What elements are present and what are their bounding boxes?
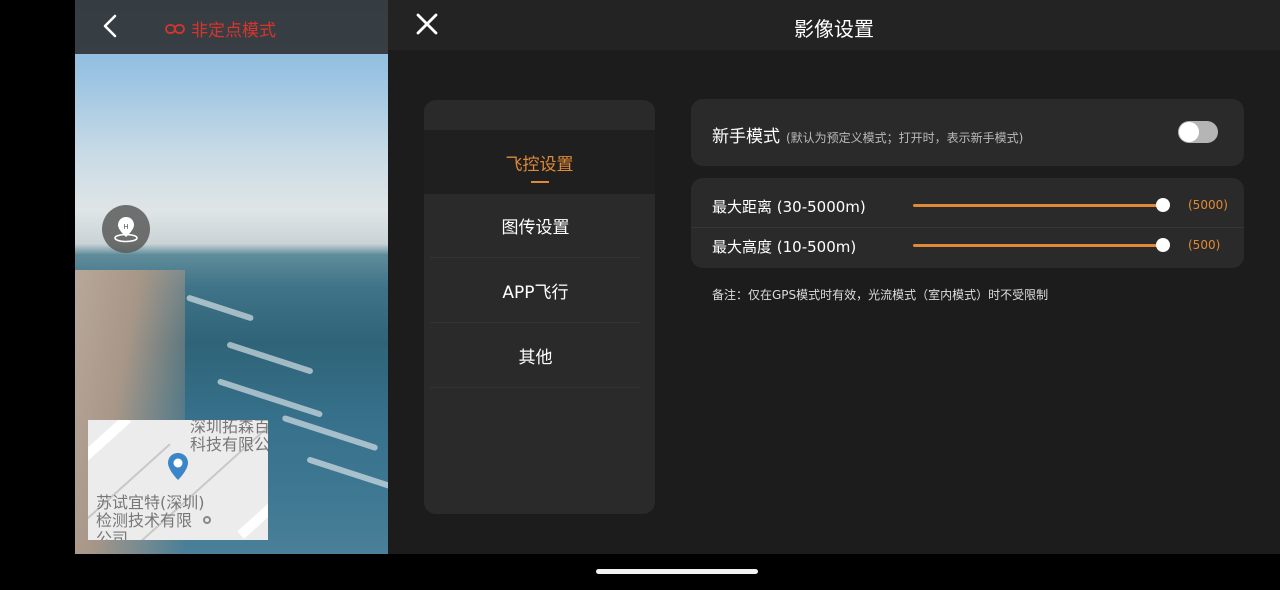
menu-item-image-transmission[interactable]: 图传设置 bbox=[430, 194, 641, 258]
menu-item-label: 其他 bbox=[518, 348, 553, 368]
map-road bbox=[88, 420, 132, 476]
max-height-slider-track[interactable] bbox=[913, 244, 1163, 247]
back-arrow-icon[interactable] bbox=[99, 14, 123, 38]
max-height-row: 最大高度 (10-500m) (500) bbox=[691, 223, 1244, 267]
max-height-value: (500) bbox=[1188, 238, 1221, 252]
max-height-slider-thumb[interactable] bbox=[1156, 238, 1170, 252]
page-title: 影像设置 bbox=[794, 17, 874, 41]
svg-text:H: H bbox=[123, 223, 128, 231]
settings-menu: 飞控设置 图传设置 APP飞行 其他 bbox=[424, 100, 655, 514]
surf-line bbox=[306, 456, 388, 490]
home-indicator-bar[interactable] bbox=[596, 569, 758, 574]
surf-line bbox=[226, 341, 314, 375]
flight-limits-card: 最大距离 (30-5000m) (5000) 最大高度 (10-500m) (5… bbox=[691, 178, 1244, 268]
surf-line bbox=[281, 414, 379, 452]
novice-mode-card: 新手模式 (默认为预定义模式；打开时，表示新手模式) bbox=[691, 99, 1244, 166]
screen: 非定点模式 H 深圳拓森百科技有限公 苏试宜特(深圳)检测技术有限公司 影像设置… bbox=[0, 0, 1280, 590]
menu-item-label: 飞控设置 bbox=[505, 154, 574, 175]
panel-header: 影像设置 bbox=[388, 0, 1280, 50]
toggle-knob bbox=[1179, 122, 1199, 142]
map-poi-dot bbox=[203, 516, 211, 524]
novice-mode-label: 新手模式 (默认为预定义模式；打开时，表示新手模式) bbox=[712, 122, 1023, 147]
novice-mode-title: 新手模式 bbox=[712, 127, 780, 147]
mini-map[interactable]: 深圳拓森百科技有限公 苏试宜特(深圳)检测技术有限公司 bbox=[88, 420, 268, 540]
max-height-label: 最大高度 (10-500m) bbox=[712, 238, 857, 256]
menu-item-app-flight[interactable]: APP飞行 bbox=[430, 259, 641, 323]
menu-item-other[interactable]: 其他 bbox=[430, 324, 641, 388]
home-point-button[interactable]: H bbox=[102, 205, 150, 253]
camera-preview: 非定点模式 H 深圳拓森百科技有限公 苏试宜特(深圳)检测技术有限公司 bbox=[75, 0, 388, 554]
menu-item-label: 图传设置 bbox=[501, 218, 570, 238]
max-distance-label: 最大距离 (30-5000m) bbox=[712, 198, 866, 216]
max-distance-slider-track[interactable] bbox=[913, 204, 1163, 207]
surf-line bbox=[185, 294, 255, 322]
max-distance-row: 最大距离 (30-5000m) (5000) bbox=[691, 183, 1244, 228]
home-location-icon: H bbox=[114, 217, 138, 243]
novice-mode-hint: (默认为预定义模式；打开时，表示新手模式) bbox=[786, 131, 1024, 145]
active-indicator bbox=[531, 181, 549, 183]
map-road bbox=[237, 491, 268, 539]
map-poi-label: 深圳拓森百科技有限公 bbox=[190, 420, 268, 454]
map-poi-label: 苏试宜特(深圳)检测技术有限公司 bbox=[96, 493, 205, 541]
flight-mode-indicator: 非定点模式 bbox=[165, 16, 276, 41]
map-pin-icon bbox=[168, 453, 188, 480]
settings-panel: 影像设置 飞控设置 图传设置 APP飞行 其他 新手模式 (默认为预定义模式；打开… bbox=[388, 0, 1280, 554]
limits-note: 备注：仅在GPS模式时有效，光流模式（室内模式）时不受限制 bbox=[712, 288, 1049, 302]
max-distance-value: (5000) bbox=[1188, 198, 1228, 212]
max-distance-slider-thumb[interactable] bbox=[1156, 198, 1170, 212]
link-icon bbox=[165, 23, 185, 34]
menu-item-label: APP飞行 bbox=[502, 283, 569, 303]
preview-topbar: 非定点模式 bbox=[75, 0, 388, 54]
surf-line bbox=[216, 378, 324, 418]
menu-item-flight-control[interactable]: 飞控设置 bbox=[424, 130, 655, 194]
novice-mode-toggle[interactable] bbox=[1178, 121, 1218, 143]
flight-mode-label: 非定点模式 bbox=[191, 21, 276, 41]
